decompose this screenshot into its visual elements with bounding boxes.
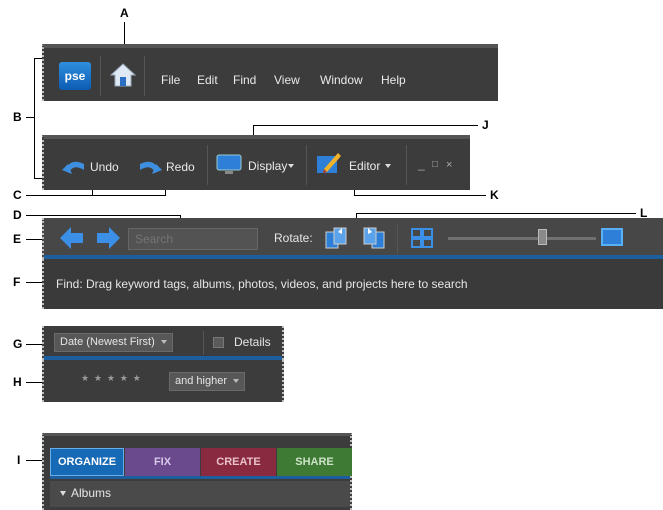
- tab-fix-label: FIX: [153, 456, 172, 468]
- editor-icon: [317, 153, 341, 173]
- tab-share[interactable]: SHARE: [277, 448, 352, 476]
- callout-k: K: [490, 188, 499, 202]
- close-button[interactable]: ×: [446, 159, 452, 171]
- rotate-right-icon[interactable]: [363, 226, 385, 250]
- callout-k-line: [354, 195, 486, 196]
- expand-triangle-icon: [60, 491, 66, 497]
- chevron-down-icon: [160, 340, 167, 345]
- details-label: Details: [234, 335, 271, 349]
- redo-button[interactable]: Redo: [138, 153, 200, 179]
- display-button[interactable]: Display: [216, 151, 306, 179]
- search-input[interactable]: [128, 228, 258, 250]
- tab-organize-label: ORGANIZE: [57, 456, 117, 468]
- sort-order-dropdown[interactable]: Date (Newest First): [54, 333, 173, 352]
- sort-separator: [203, 331, 204, 355]
- action-bar: Undo Redo Display Editor _ □ ×: [42, 135, 470, 190]
- search-bar: Rotate:: [42, 218, 663, 259]
- find-hint: Find: Drag keyword tags, albums, photos,…: [56, 277, 468, 291]
- display-label: Display: [248, 159, 288, 173]
- callout-b-bracket: [34, 58, 35, 178]
- home-icon[interactable]: [109, 62, 137, 88]
- action-separator: [306, 145, 307, 185]
- callout-d-line: [26, 215, 180, 216]
- callout-d: D: [13, 208, 22, 222]
- rating-stars[interactable]: ★ ★ ★ ★ ★: [81, 374, 142, 384]
- editor-label: Editor: [349, 159, 381, 173]
- rating-filter-dropdown[interactable]: and higher: [169, 372, 245, 391]
- callout-h: H: [13, 375, 22, 389]
- callout-b-line-h: [26, 117, 34, 118]
- callout-a: A: [120, 6, 129, 20]
- redo-icon: [140, 161, 162, 174]
- tab-share-label: SHARE: [295, 456, 334, 468]
- tab-organize[interactable]: ORGANIZE: [50, 448, 124, 476]
- chevron-down-icon: [233, 379, 239, 384]
- undo-button[interactable]: Undo: [62, 153, 124, 179]
- editor-button[interactable]: Editor: [316, 149, 406, 179]
- rating-filter-value: and higher: [175, 375, 227, 387]
- back-arrow-icon[interactable]: [60, 227, 84, 249]
- sort-bar: Date (Newest First) Details: [42, 326, 284, 360]
- callout-b: B: [13, 110, 22, 124]
- callout-c-line: [26, 195, 166, 196]
- menu-bar: pse File Edit Find View Window Help: [42, 44, 498, 101]
- callout-f: F: [13, 275, 21, 289]
- sort-order-value: Date (Newest First): [60, 336, 155, 348]
- rating-bar: ★ ★ ★ ★ ★ and higher: [42, 360, 284, 402]
- menu-find[interactable]: Find: [233, 73, 256, 87]
- maximize-button[interactable]: □: [432, 159, 438, 170]
- menu-edit[interactable]: Edit: [197, 73, 218, 87]
- callout-g: G: [13, 337, 23, 351]
- callout-c: C: [13, 188, 22, 202]
- tab-create-label: CREATE: [216, 456, 261, 468]
- action-separator: [207, 145, 208, 185]
- tabs-underline: [50, 476, 350, 479]
- toolbar-separator: [397, 224, 398, 254]
- redo-label: Redo: [166, 160, 195, 174]
- display-icon: [216, 154, 242, 174]
- albums-section-header[interactable]: Albums: [50, 481, 350, 507]
- details-checkbox[interactable]: [213, 337, 224, 348]
- callout-i-line: [26, 460, 42, 461]
- menu-separator: [144, 56, 145, 96]
- chevron-down-icon: [385, 164, 391, 168]
- action-separator: [406, 145, 407, 185]
- callout-i: I: [17, 453, 21, 467]
- rotate-left-icon[interactable]: [325, 226, 347, 250]
- tab-create[interactable]: CREATE: [201, 448, 276, 476]
- menu-view[interactable]: View: [274, 73, 300, 87]
- undo-icon: [62, 161, 84, 174]
- callout-l-line: [356, 213, 636, 214]
- grid-view-icon[interactable]: [411, 228, 433, 248]
- menu-separator: [100, 56, 101, 96]
- rotate-label: Rotate:: [274, 231, 313, 245]
- mode-tabs-panel: ORGANIZE FIX CREATE SHARE Albums: [42, 433, 352, 510]
- minimize-button[interactable]: _: [418, 157, 425, 171]
- albums-label: Albums: [71, 486, 112, 500]
- undo-label: Undo: [90, 160, 119, 174]
- chevron-down-icon: [288, 164, 294, 168]
- menu-file[interactable]: File: [161, 73, 180, 87]
- forward-arrow-icon[interactable]: [96, 227, 120, 249]
- callout-j-line: [253, 125, 478, 126]
- menu-window[interactable]: Window: [320, 73, 363, 87]
- menu-help[interactable]: Help: [381, 73, 406, 87]
- zoom-slider-track[interactable]: [448, 237, 596, 240]
- pse-logo[interactable]: pse: [59, 62, 91, 90]
- callout-j: J: [482, 118, 489, 132]
- callout-e: E: [13, 232, 22, 246]
- single-view-icon[interactable]: [601, 228, 623, 246]
- find-bar[interactable]: Find: Drag keyword tags, albums, photos,…: [42, 259, 663, 309]
- zoom-slider-handle[interactable]: [538, 229, 547, 245]
- tab-fix[interactable]: FIX: [125, 448, 200, 476]
